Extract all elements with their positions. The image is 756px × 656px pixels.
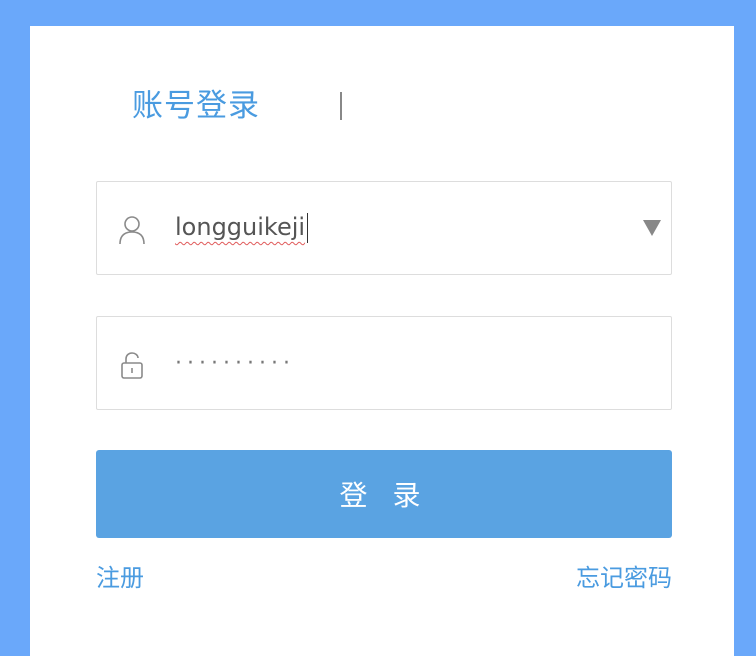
register-link[interactable]: 注册 bbox=[96, 563, 144, 593]
username-input[interactable]: longguikeji bbox=[175, 210, 309, 244]
username-field[interactable]: longguikeji bbox=[96, 181, 672, 275]
forgot-password-link[interactable]: 忘记密码 bbox=[576, 563, 672, 593]
lock-icon bbox=[117, 350, 147, 380]
login-button[interactable]: 登 录 bbox=[96, 450, 672, 538]
login-tabs: 账号登录 bbox=[132, 80, 260, 124]
text-caret bbox=[307, 213, 309, 243]
user-icon bbox=[117, 215, 147, 245]
caret-down-icon[interactable] bbox=[643, 220, 661, 236]
tab-account-login[interactable]: 账号登录 bbox=[132, 80, 260, 125]
username-value-text: longguikeji bbox=[175, 213, 306, 241]
tab-divider bbox=[340, 92, 342, 120]
password-input[interactable]: ·········· bbox=[175, 347, 295, 381]
password-field[interactable]: ·········· bbox=[96, 316, 672, 410]
